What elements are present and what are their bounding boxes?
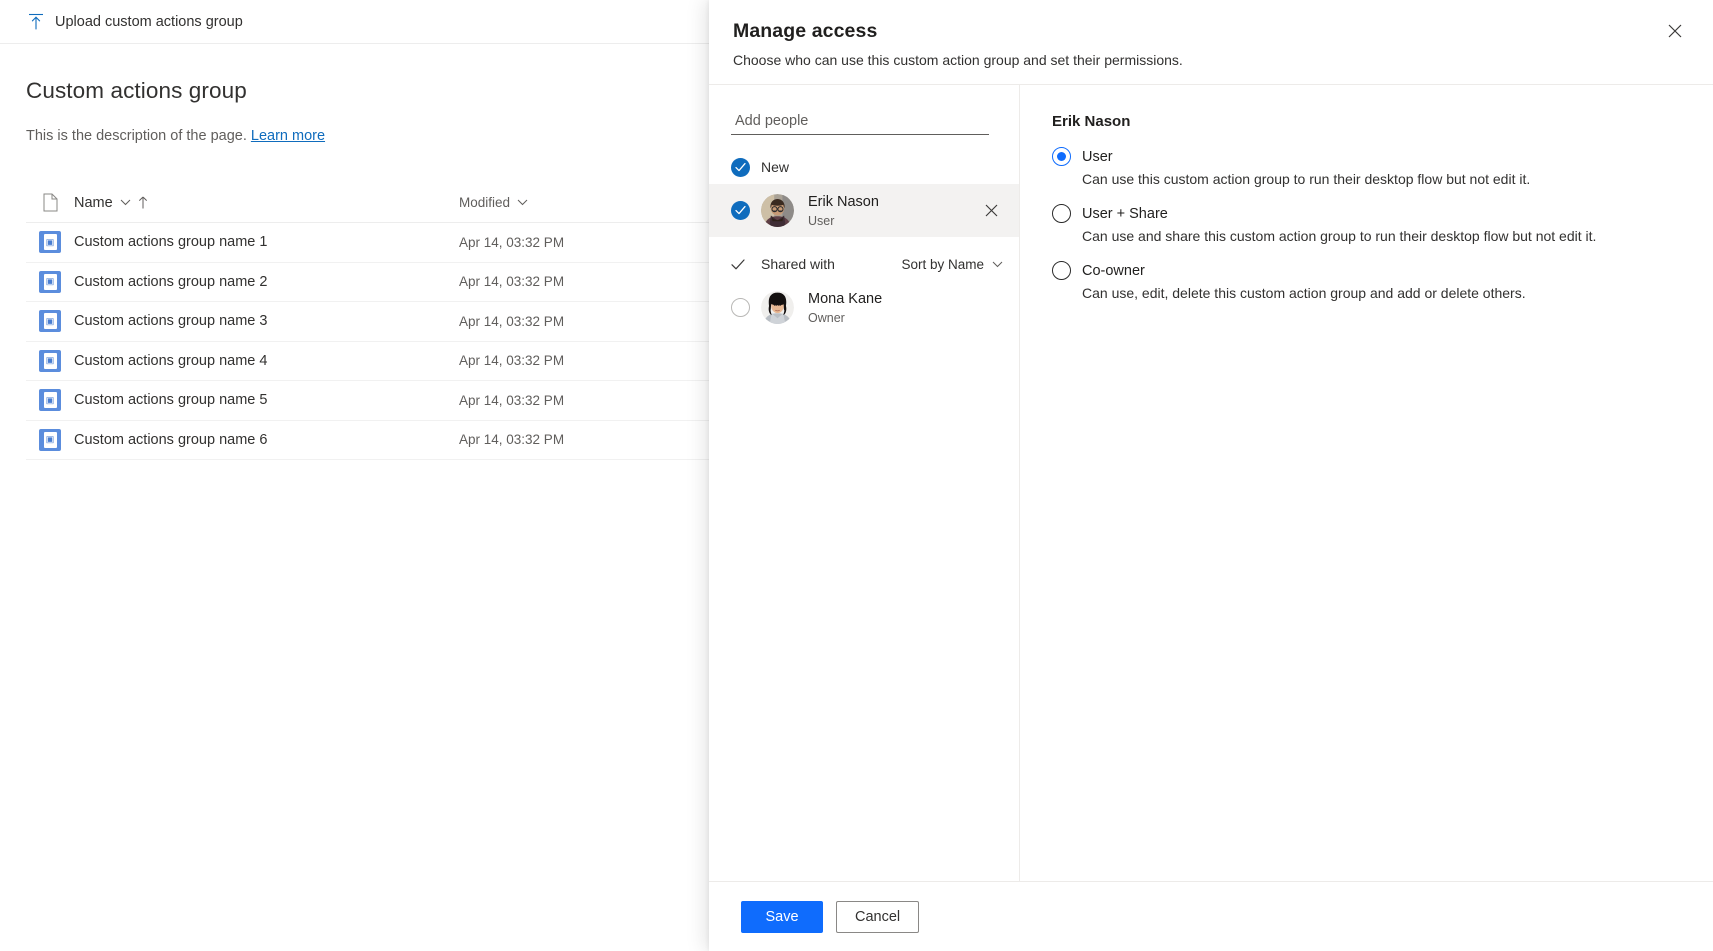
row-checkbox-cell[interactable]: ▣	[26, 428, 74, 451]
row-modified: Apr 14, 03:32 PM	[459, 274, 565, 290]
custom-action-file-icon: ▣	[39, 310, 61, 333]
new-group-label: New	[761, 159, 790, 175]
shared-with-checkmark[interactable]	[731, 258, 761, 270]
custom-action-file-icon: ▣	[39, 389, 61, 412]
remove-person-button[interactable]	[977, 197, 1005, 225]
panel-subtitle: Choose who can use this custom action gr…	[733, 52, 1183, 68]
sort-by-name-label: Sort by Name	[901, 256, 984, 272]
column-header-name[interactable]: Name	[74, 195, 459, 211]
person-info: Mona Kane Owner	[808, 290, 882, 325]
row-modified: Apr 14, 03:32 PM	[459, 313, 565, 329]
permission-option-user-share-description: Can use and share this custom action gro…	[1082, 228, 1597, 244]
permission-option-user-share[interactable]: User + Share Can use and share this cust…	[1052, 204, 1713, 244]
document-icon	[43, 193, 58, 212]
permission-option-user-share-label: User + Share	[1082, 205, 1168, 222]
row-modified: Apr 14, 03:32 PM	[459, 234, 565, 250]
column-header-icon[interactable]	[26, 193, 74, 212]
custom-action-file-icon: ▣	[39, 349, 61, 372]
person-checkbox[interactable]	[731, 298, 761, 317]
group-header-new[interactable]: New	[709, 150, 1019, 184]
list-item[interactable]: Erik Nason User	[709, 184, 1019, 237]
list-item[interactable]: Mona Kane Owner	[709, 281, 1019, 334]
person-info: Erik Nason User	[808, 193, 879, 228]
manage-access-panel: Manage access Choose who can use this cu…	[709, 0, 1713, 951]
row-name[interactable]: Custom actions group name 5	[74, 392, 459, 408]
column-header-modified[interactable]: Modified	[459, 195, 679, 210]
close-icon	[985, 204, 998, 217]
people-column: New	[709, 85, 1020, 881]
custom-action-file-icon: ▣	[39, 270, 61, 293]
row-name[interactable]: Custom actions group name 3	[74, 313, 459, 329]
row-checkbox-cell[interactable]: ▣	[26, 389, 74, 412]
checked-circle-icon	[731, 201, 750, 220]
permission-option-user[interactable]: User Can use this custom action group to…	[1052, 147, 1713, 187]
row-checkbox-cell[interactable]: ▣	[26, 270, 74, 293]
person-name: Erik Nason	[808, 193, 879, 210]
upload-icon	[28, 13, 44, 30]
close-button[interactable]	[1659, 15, 1691, 47]
custom-action-file-icon: ▣	[39, 231, 61, 254]
upload-button-label: Upload custom actions group	[55, 13, 243, 30]
person-checkbox[interactable]	[731, 201, 761, 220]
shared-with-label: Shared with	[761, 256, 835, 272]
chevron-down-icon	[120, 199, 131, 206]
panel-title: Manage access	[733, 20, 878, 42]
person-name: Mona Kane	[808, 290, 883, 307]
checked-circle-icon	[731, 157, 750, 177]
row-name[interactable]: Custom actions group name 2	[74, 274, 459, 290]
learn-more-link[interactable]: Learn more	[251, 128, 325, 144]
chevron-down-icon	[517, 199, 528, 206]
sort-ascending-icon	[138, 196, 148, 209]
check-icon	[731, 258, 745, 269]
person-role: User	[808, 214, 835, 229]
row-checkbox-cell[interactable]: ▣	[26, 231, 74, 254]
panel-footer: Save Cancel	[709, 881, 1713, 951]
radio-co-owner[interactable]	[1052, 261, 1071, 280]
permission-option-co-owner-description: Can use, edit, delete this custom action…	[1082, 285, 1526, 301]
permission-option-co-owner-label: Co-owner	[1082, 262, 1145, 279]
radio-user-share[interactable]	[1052, 204, 1071, 223]
chevron-down-icon	[992, 261, 1003, 268]
panel-body: New	[709, 84, 1713, 881]
column-header-modified-label: Modified	[459, 195, 511, 210]
close-icon	[1668, 24, 1682, 38]
row-checkbox-cell[interactable]: ▣	[26, 310, 74, 333]
add-people-input[interactable]	[731, 107, 989, 135]
panel-header: Manage access Choose who can use this cu…	[709, 0, 1713, 84]
unchecked-circle-icon	[731, 298, 750, 317]
avatar	[761, 194, 794, 227]
permission-option-co-owner[interactable]: Co-owner Can use, edit, delete this cust…	[1052, 261, 1713, 301]
permissions-column: Erik Nason User Can use this custom acti…	[1020, 85, 1713, 881]
row-modified: Apr 14, 03:32 PM	[459, 353, 565, 369]
row-name[interactable]: Custom actions group name 1	[74, 234, 459, 250]
row-checkbox-cell[interactable]: ▣	[26, 349, 74, 372]
avatar	[761, 291, 794, 324]
group-header-shared-with[interactable]: Shared with Sort by Name	[709, 247, 1019, 281]
permission-option-user-description: Can use this custom action group to run …	[1082, 171, 1531, 187]
row-name[interactable]: Custom actions group name 4	[74, 353, 459, 369]
permissions-person-name: Erik Nason	[1052, 113, 1131, 130]
row-modified: Apr 14, 03:32 PM	[459, 432, 565, 448]
save-button[interactable]: Save	[741, 900, 823, 933]
cancel-button[interactable]: Cancel	[836, 900, 920, 933]
screen: Upload custom actions group Custom actio…	[0, 0, 1713, 951]
person-role: Owner	[808, 311, 845, 326]
sort-by-name-dropdown[interactable]: Sort by Name	[901, 257, 1003, 272]
column-header-name-label: Name	[74, 194, 113, 211]
row-modified: Apr 14, 03:32 PM	[459, 392, 565, 408]
permission-option-user-label: User	[1082, 148, 1113, 165]
radio-user[interactable]	[1052, 147, 1071, 166]
upload-custom-actions-group-button[interactable]: Upload custom actions group	[22, 9, 249, 34]
page-description-text: This is the description of the page.	[26, 128, 247, 144]
row-name[interactable]: Custom actions group name 6	[74, 432, 459, 448]
new-group-checkbox[interactable]	[731, 157, 761, 177]
custom-action-file-icon: ▣	[39, 428, 61, 451]
